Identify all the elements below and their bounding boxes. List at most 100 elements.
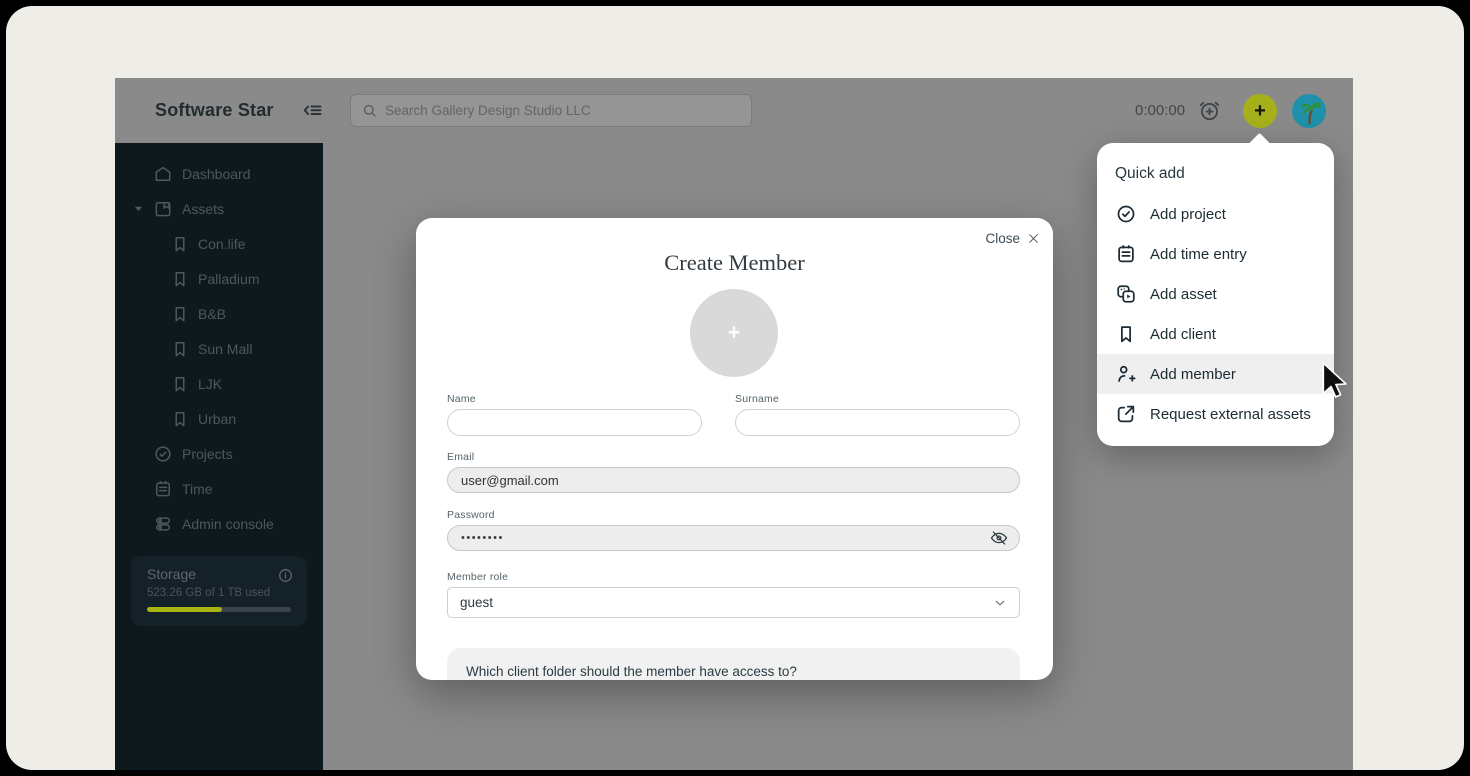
bookmark-icon [175,306,185,321]
timer-display: 0:00:00 [1135,102,1186,119]
name-label: Name [447,393,476,405]
sidebar-item-projects[interactable]: Projects [115,436,323,471]
sidebar-item-folder-sunmall[interactable]: Sun Mall [115,331,323,366]
quick-add-button[interactable]: + [1243,94,1277,128]
name-field[interactable] [447,409,702,436]
client-folder-question-panel: Which client folder should the member ha… [447,648,1020,680]
surname-label: Surname [735,393,780,405]
menu-item-label: Add time entry [1150,245,1247,263]
search-icon [363,104,376,117]
calendar-icon [1118,245,1134,263]
member-role-label: Member role [447,571,509,583]
home-icon [155,166,171,181]
sidebar: Dashboard Assets Con.life Palladium B&B … [115,143,323,770]
user-avatar[interactable] [1292,94,1326,128]
check-circle-icon [1117,205,1135,223]
app-window: Software Star 0:00:00 + [115,78,1353,770]
bookmark-icon [175,411,185,426]
member-role-value: guest [460,595,494,610]
plus-icon: + [1254,99,1266,122]
storage-card: Storage 523.26 GB of 1 TB used [131,556,307,626]
email-field[interactable] [447,467,1020,493]
email-label: Email [447,451,475,463]
collapse-sidebar-icon[interactable] [301,99,325,123]
quick-add-title: Quick add [1115,165,1185,182]
search-input[interactable] [385,103,741,118]
quick-add-item-request-external-assets[interactable]: Request external assets [1097,394,1334,434]
mouse-cursor [1322,362,1347,398]
menu-item-label: Add asset [1150,285,1217,303]
sidebar-item-folder-urban[interactable]: Urban [115,401,323,436]
quick-add-item-add-project[interactable]: Add project [1097,194,1334,234]
quick-add-item-add-member[interactable]: Add member [1097,354,1334,394]
close-label: Close [985,231,1020,246]
storage-progress-track [147,607,291,612]
password-field-wrap [447,525,1020,551]
close-button[interactable]: Close [985,231,1040,246]
menu-item-label: Request external assets [1150,405,1311,423]
info-icon[interactable] [277,567,294,584]
sidebar-item-label: Time [182,480,213,497]
check-circle-icon [155,445,171,462]
toggles-icon [156,516,170,531]
search-bar[interactable] [350,94,752,127]
sidebar-item-label: LJK [198,375,223,392]
modal-title: Create Member [664,250,805,275]
storage-usage: 523.26 GB of 1 TB used [147,587,271,599]
storage-title: Storage [147,566,197,582]
bookmark-icon [175,271,185,286]
bookmark-icon [1121,326,1131,343]
sidebar-item-folder-ljk[interactable]: LJK [115,366,323,401]
sidebar-item-time[interactable]: Time [115,471,323,506]
sidebar-item-label: Admin console [182,515,274,532]
sidebar-item-label: Con.life [198,235,246,252]
menu-item-label: Add project [1150,205,1226,223]
quick-add-item-add-asset[interactable]: Add asset [1097,274,1334,314]
sidebar-item-label: Projects [182,445,233,462]
quick-add-item-add-time-entry[interactable]: Add time entry [1097,234,1334,274]
media-copies-icon [1117,285,1135,303]
sidebar-item-label: B&B [198,305,227,322]
sidebar-item-label: Assets [182,200,225,217]
bookmark-icon [175,341,185,356]
surname-field[interactable] [735,409,1020,436]
sidebar-item-assets[interactable]: Assets [115,191,323,226]
sidebar-item-label: Sun Mall [198,340,253,357]
close-icon [1029,234,1038,243]
avatar-upload-button[interactable]: + [690,289,778,377]
quick-add-popover: Quick add Add project Add time entry Add… [1097,132,1334,446]
member-role-select[interactable]: guest [447,587,1020,618]
bookmark-icon [175,376,185,391]
sidebar-item-dashboard[interactable]: Dashboard [115,156,323,191]
sidebar-item-admin-console[interactable]: Admin console [115,506,323,541]
quick-add-item-add-client[interactable]: Add client [1097,314,1334,354]
create-member-modal: Close Create Member + Name Surname Email… [416,218,1053,680]
sidebar-item-label: Urban [198,410,237,427]
outer-frame: Software Star 0:00:00 + [6,6,1464,770]
alarm-plus-icon[interactable] [1197,98,1222,123]
person-plus-icon [1118,365,1136,382]
eye-off-icon[interactable] [989,528,1009,548]
sidebar-item-folder-palladium[interactable]: Palladium [115,261,323,296]
app-logo: Software Star [155,100,274,120]
menu-item-label: Add member [1150,365,1236,383]
menu-item-label: Add client [1150,325,1216,343]
calendar-icon [156,480,170,496]
timer-group: 0:00:00 [1135,78,1222,143]
plus-icon: + [727,321,741,344]
external-link-icon [1117,405,1135,423]
bookmark-icon [175,236,185,251]
client-folder-question: Which client folder should the member ha… [466,664,797,679]
password-field[interactable] [447,525,1020,551]
password-label: Password [447,509,495,521]
assets-icon [155,201,171,216]
chevron-down-icon [995,600,1005,605]
sidebar-item-folder-bb[interactable]: B&B [115,296,323,331]
topbar: Software Star 0:00:00 + [115,78,1353,143]
palm-tree-icon [1301,102,1321,125]
chevron-down-icon [134,206,143,212]
sidebar-item-label: Dashboard [182,165,251,182]
storage-progress-fill [147,607,222,612]
sidebar-item-folder-conlife[interactable]: Con.life [115,226,323,261]
sidebar-item-label: Palladium [198,270,260,287]
